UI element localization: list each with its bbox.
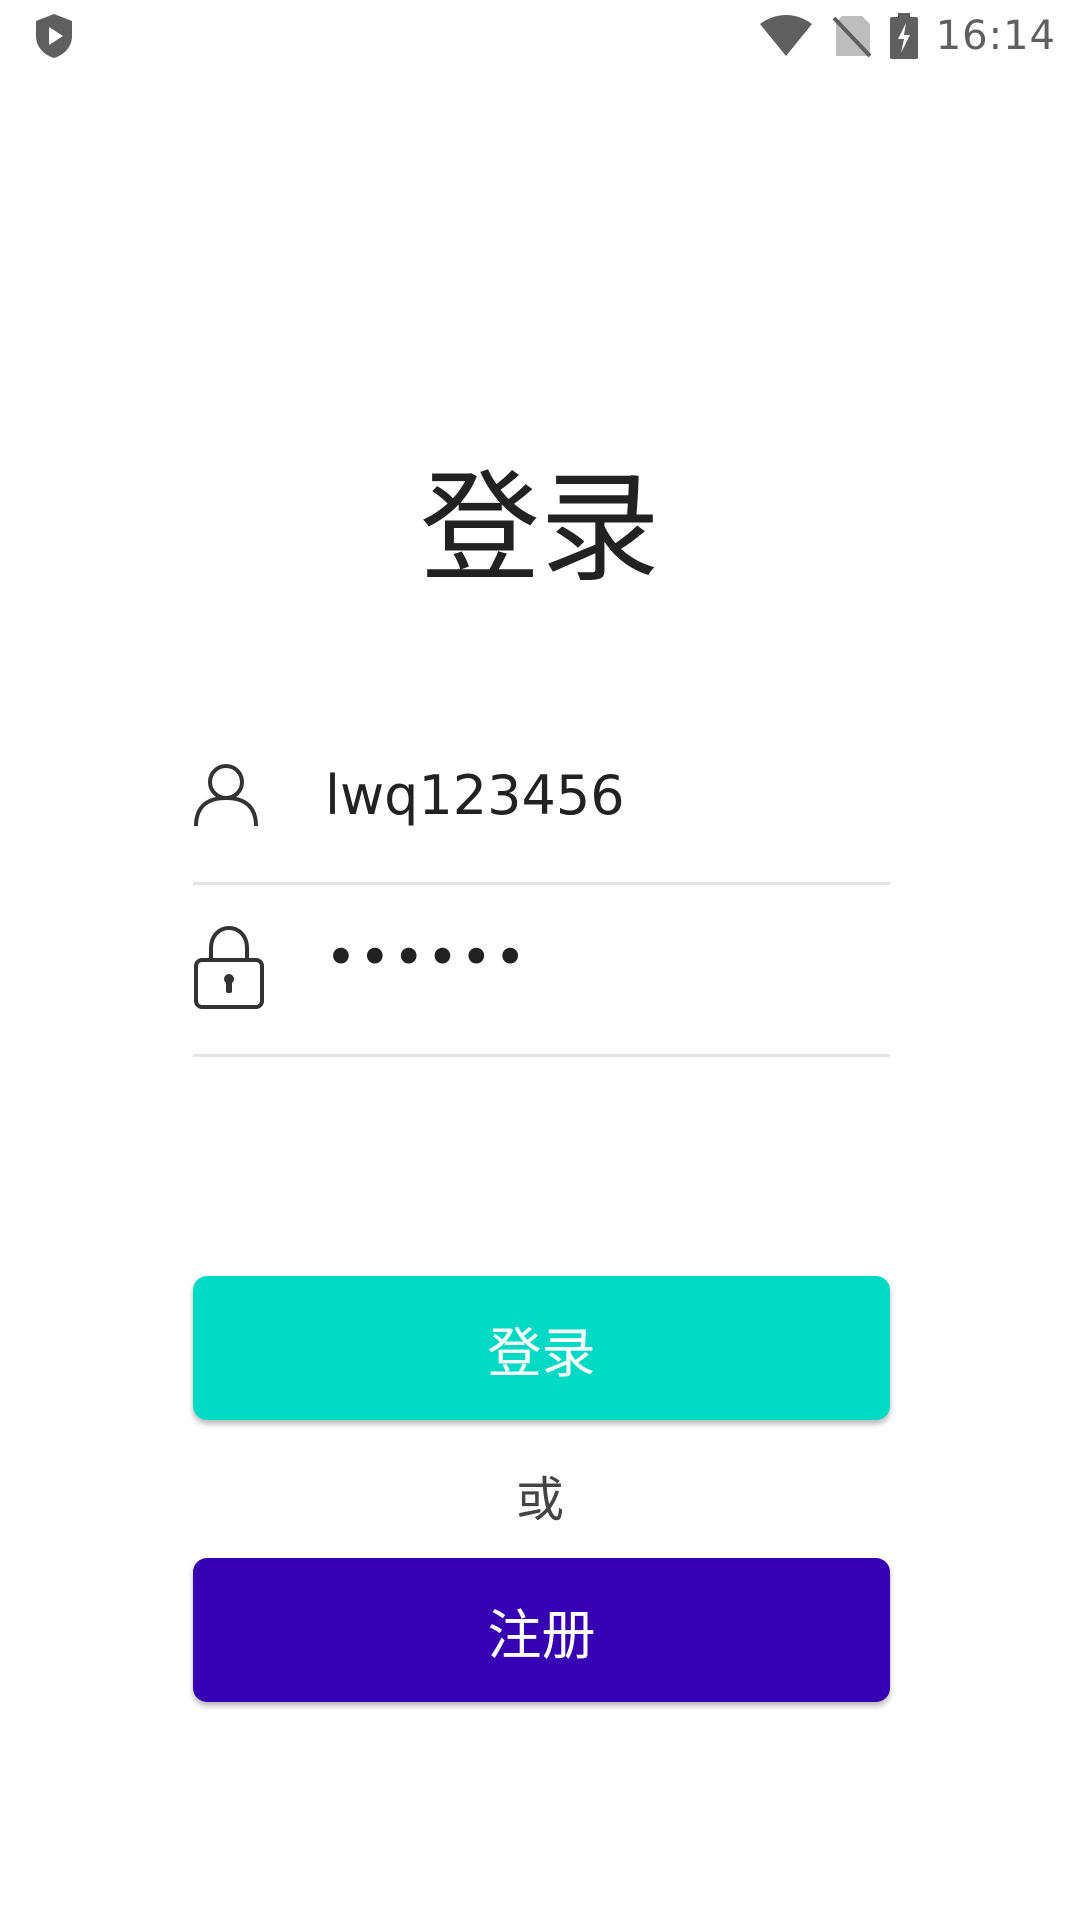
status-time: 16:14 bbox=[935, 13, 1056, 59]
username-input[interactable]: lwq123456 bbox=[325, 764, 625, 827]
no-sim-icon bbox=[832, 14, 872, 58]
lock-icon bbox=[193, 924, 265, 1014]
battery-charging-icon bbox=[889, 13, 918, 59]
register-button[interactable]: 注册 bbox=[193, 1558, 890, 1702]
shield-play-icon bbox=[32, 12, 76, 60]
page-title: 登录 bbox=[420, 460, 660, 600]
password-field[interactable]: •••••• bbox=[193, 884, 890, 1057]
password-input[interactable]: •••••• bbox=[325, 926, 528, 989]
user-icon bbox=[193, 762, 259, 832]
username-field[interactable]: lwq123456 bbox=[193, 712, 890, 885]
or-separator: 或 bbox=[515, 1472, 564, 1528]
status-bar: 16:14 bbox=[0, 0, 1080, 72]
wifi-icon bbox=[758, 14, 814, 58]
login-button[interactable]: 登录 bbox=[193, 1276, 890, 1420]
